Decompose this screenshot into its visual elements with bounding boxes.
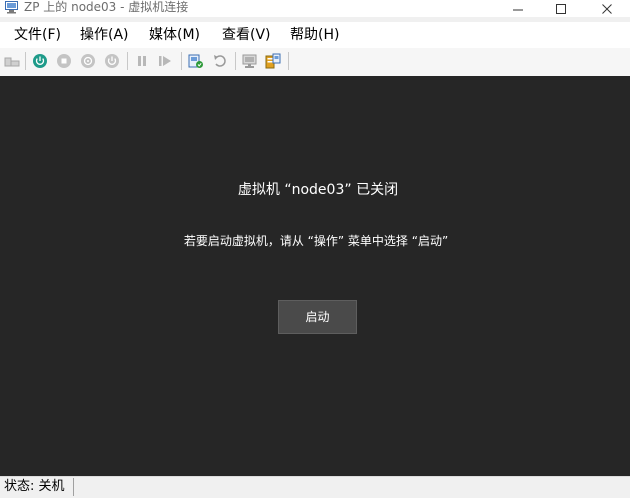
minimize-icon — [513, 9, 523, 10]
status-separator — [73, 478, 74, 496]
resume-icon[interactable] — [157, 53, 173, 69]
title-bar: ZP 上的 node03 - 虚拟机连接 — [0, 0, 630, 17]
close-icon — [602, 3, 612, 14]
menu-view[interactable]: 查看(V) — [222, 26, 271, 44]
window-title: ZP 上的 node03 - 虚拟机连接 — [24, 0, 189, 14]
status-text: 状态: 关机 — [4, 479, 65, 494]
toolbar-separator — [127, 52, 128, 70]
share-icon[interactable] — [265, 53, 281, 69]
menu-media[interactable]: 媒体(M) — [149, 26, 200, 44]
close-button[interactable] — [584, 0, 630, 17]
menu-file[interactable]: 文件(F) — [14, 26, 61, 44]
maximize-icon — [556, 3, 566, 14]
menu-action[interactable]: 操作(A) — [80, 26, 129, 44]
toolbar — [0, 48, 630, 76]
toolbar-separator — [235, 52, 236, 70]
maximize-button[interactable] — [538, 0, 584, 17]
revert-icon[interactable] — [212, 53, 228, 69]
checkpoint-icon[interactable] — [188, 53, 204, 69]
status-bar: 状态: 关机 — [0, 476, 630, 498]
vm-start-instruction: 若要启动虚拟机，请从 “操作” 菜单中选择 “启动” — [183, 234, 449, 248]
toolbar-separator — [288, 52, 289, 70]
menu-help[interactable]: 帮助(H) — [290, 26, 339, 44]
toolbar-separator — [181, 52, 182, 70]
ctrl-alt-del-icon[interactable] — [4, 53, 20, 69]
shut-down-icon[interactable] — [80, 53, 96, 69]
save-icon[interactable] — [104, 53, 120, 69]
toolbar-separator — [25, 52, 26, 70]
vm-display-area: 虚拟机 “node03” 已关闭 若要启动虚拟机，请从 “操作” 菜单中选择 “… — [0, 76, 630, 476]
start-button[interactable]: 启动 — [278, 300, 357, 334]
start-icon[interactable] — [32, 53, 48, 69]
menu-bar: 文件(F) 操作(A) 媒体(M) 查看(V) 帮助(H) — [0, 22, 630, 48]
minimize-button[interactable] — [495, 0, 541, 17]
vm-state-title: 虚拟机 “node03” 已关闭 — [237, 182, 399, 198]
turn-off-icon[interactable] — [56, 53, 72, 69]
enhanced-session-icon[interactable] — [242, 53, 258, 69]
vm-connection-icon — [5, 1, 18, 14]
pause-icon[interactable] — [134, 53, 150, 69]
